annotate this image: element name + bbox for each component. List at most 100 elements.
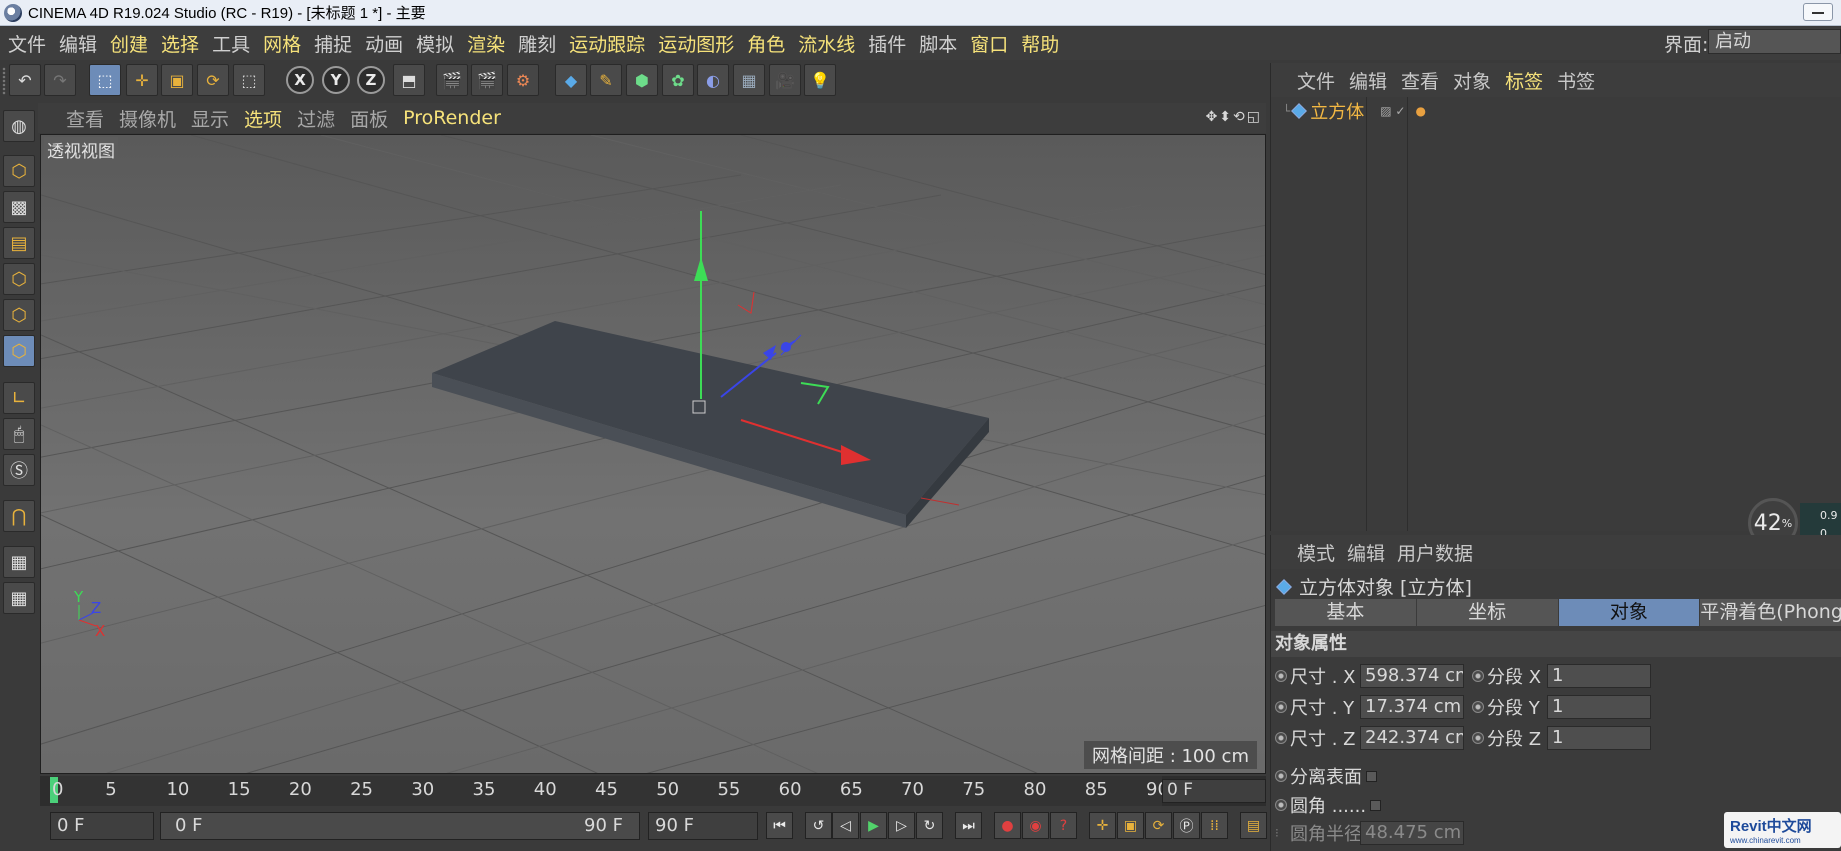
animate-toggle-icon[interactable] — [1275, 770, 1287, 782]
record-position-icon[interactable]: ✛ — [1089, 812, 1116, 839]
menu-item[interactable]: 渲染 — [467, 30, 505, 57]
animate-toggle-icon[interactable] — [1472, 701, 1484, 713]
menu-item[interactable]: 运动图形 — [658, 30, 734, 57]
animate-toggle-icon[interactable] — [1472, 732, 1484, 744]
timeline[interactable]: 0 5 10 15 20 25 30 35 40 45 50 55 60 65 70 75 80 85 90 0 F — [40, 776, 1266, 806]
menu-item[interactable]: 流水线 — [798, 30, 855, 57]
z-axis-arrow-icon[interactable] — [763, 345, 776, 360]
edges-mode-icon[interactable]: ⬡ — [3, 299, 35, 331]
visibility-toggle-icon[interactable]: ▨ ✓ — [1380, 104, 1405, 118]
render-to-picture-viewer-icon[interactable]: 🎬 — [471, 64, 503, 96]
object-manager-menu-item[interactable]: 查看 — [1401, 67, 1439, 94]
viewport-menu-item[interactable]: 面板 — [350, 105, 388, 132]
y-axis-lock-icon[interactable]: Y — [322, 66, 350, 94]
cube-object-icon[interactable]: ◆ — [555, 64, 587, 96]
move-tool-icon[interactable]: ✛ — [126, 64, 158, 96]
deformer-icon[interactable]: ◐ — [697, 64, 729, 96]
toolbar-grip[interactable] — [2, 67, 6, 95]
animate-toggle-icon[interactable] — [1275, 701, 1287, 713]
cloner-icon[interactable]: ✿ — [662, 64, 694, 96]
attribute-manager-menu-item[interactable]: 用户数据 — [1397, 539, 1473, 566]
segments-y-field[interactable]: 1 — [1547, 695, 1651, 719]
preview-range-slider[interactable]: 0 F 90 F — [160, 812, 640, 840]
record-parameter-icon[interactable]: Ⓟ — [1173, 812, 1200, 839]
minimize-button[interactable] — [1803, 3, 1833, 21]
pen-spline-icon[interactable]: ✎ — [590, 64, 622, 96]
viewport-menu-item[interactable]: 摄像机 — [119, 105, 176, 132]
animate-toggle-icon[interactable] — [1275, 670, 1287, 682]
make-editable-icon[interactable]: ◍ — [3, 110, 35, 142]
viewport-menu-item[interactable]: 查看 — [66, 105, 104, 132]
recent-tools-icon[interactable]: ⬚ — [233, 64, 265, 96]
attribute-tab[interactable]: 坐标 — [1416, 599, 1558, 626]
menu-item[interactable]: 文件 — [8, 30, 46, 57]
scale-tool-icon[interactable]: ▣ — [161, 64, 193, 96]
viewport-menu-item[interactable]: 选项 — [244, 105, 282, 132]
object-manager-menu-item[interactable]: 标签 — [1505, 67, 1543, 94]
object-name[interactable]: 立方体 — [1310, 98, 1364, 124]
y-axis-arrow-icon[interactable] — [694, 257, 708, 281]
undo-icon[interactable]: ↶ — [9, 64, 41, 96]
x-axis-lock-icon[interactable]: X — [286, 66, 314, 94]
animate-toggle-icon[interactable] — [1472, 670, 1484, 682]
record-rotation-icon[interactable]: ⟳ — [1145, 812, 1172, 839]
menu-item[interactable]: 模拟 — [416, 30, 454, 57]
menu-item[interactable]: 捕捉 — [314, 30, 352, 57]
go-to-start-icon[interactable]: ⏮ — [766, 812, 793, 839]
record-scale-icon[interactable]: ▣ — [1117, 812, 1144, 839]
xy-plane-handle[interactable] — [737, 291, 755, 314]
menu-item[interactable]: 选择 — [161, 30, 199, 57]
menu-item[interactable]: 工具 — [212, 30, 250, 57]
workplane-mode-icon[interactable]: ▤ — [3, 227, 35, 259]
attribute-manager-menu-item[interactable]: 模式 — [1297, 539, 1335, 566]
object-manager-menu-item[interactable]: 对象 — [1453, 67, 1491, 94]
subdivision-surface-icon[interactable]: ⬢ — [626, 64, 658, 96]
solo-mode-icon[interactable]: Ⓢ — [3, 454, 35, 486]
redo-icon[interactable]: ↷ — [44, 64, 76, 96]
viewport-menu-item[interactable]: ProRender — [403, 107, 501, 129]
start-frame-field[interactable]: 0 F — [50, 812, 154, 840]
record-active-objects-icon[interactable]: ● — [994, 812, 1021, 839]
attribute-tab[interactable]: 对象 — [1558, 599, 1700, 626]
snap-icon[interactable]: ⋂ — [3, 500, 35, 532]
model-mode-icon[interactable]: ⬡ — [3, 155, 35, 187]
menu-item[interactable]: 动画 — [365, 30, 403, 57]
keyframe-selection-icon[interactable]: ? — [1050, 812, 1077, 839]
render-view-icon[interactable]: 🎬 — [436, 64, 468, 96]
attribute-manager-menu-item[interactable]: 编辑 — [1347, 539, 1385, 566]
polygons-mode-icon[interactable]: ⬡ — [3, 335, 35, 367]
record-pla-icon[interactable]: ⁞⁞ — [1201, 812, 1228, 839]
go-to-end-icon[interactable]: ⏭ — [955, 812, 982, 839]
size-z-field[interactable]: 242.374 cm — [1360, 726, 1464, 750]
cube-top-face[interactable] — [432, 321, 989, 515]
next-key-icon[interactable]: ↻ — [916, 812, 943, 839]
next-frame-icon[interactable]: ▷ — [888, 812, 915, 839]
object-manager-menu-item[interactable]: 编辑 — [1349, 67, 1387, 94]
previous-key-icon[interactable]: ↺ — [805, 812, 832, 839]
object-manager-menu-item[interactable]: 文件 — [1297, 67, 1335, 94]
z-axis-lock-icon[interactable]: Z — [357, 66, 385, 94]
menu-item[interactable]: 运动跟踪 — [569, 30, 645, 57]
viewport-menu-item[interactable]: 过滤 — [297, 105, 335, 132]
animate-toggle-icon[interactable] — [1275, 732, 1287, 744]
camera-icon[interactable]: 🎥 — [769, 64, 801, 96]
menu-item[interactable]: 插件 — [868, 30, 906, 57]
autokeying-icon[interactable]: ◉ — [1022, 812, 1049, 839]
attribute-tab[interactable]: 平滑着色(Phong) — [1700, 599, 1841, 626]
size-y-field[interactable]: 17.374 cm — [1360, 695, 1464, 719]
layout-select[interactable]: 启动 — [1708, 29, 1841, 54]
menu-item[interactable]: 角色 — [747, 30, 785, 57]
object-manager-menu-item[interactable]: 书签 — [1557, 67, 1595, 94]
live-selection-icon[interactable]: ⬚ — [89, 64, 121, 96]
viewport-nav-controls-icon[interactable]: ✥⬍⟲◱ — [1206, 109, 1262, 125]
attribute-tab[interactable]: 基本 — [1275, 599, 1416, 626]
menu-item[interactable]: 帮助 — [1021, 30, 1059, 57]
end-frame-field[interactable]: 90 F — [648, 812, 758, 840]
axis-mode-icon[interactable]: ∟ — [3, 382, 35, 414]
workplane-lock-icon[interactable]: ▦ — [3, 546, 35, 578]
menu-item[interactable]: 雕刻 — [518, 30, 556, 57]
tweak-mode-icon[interactable]: 🖱 — [3, 418, 35, 450]
floor-icon[interactable]: ▦ — [733, 64, 765, 96]
viewport-menu-item[interactable]: 显示 — [191, 105, 229, 132]
object-row[interactable]: └ 立方体 ▨ ✓ ● — [1283, 99, 1426, 123]
